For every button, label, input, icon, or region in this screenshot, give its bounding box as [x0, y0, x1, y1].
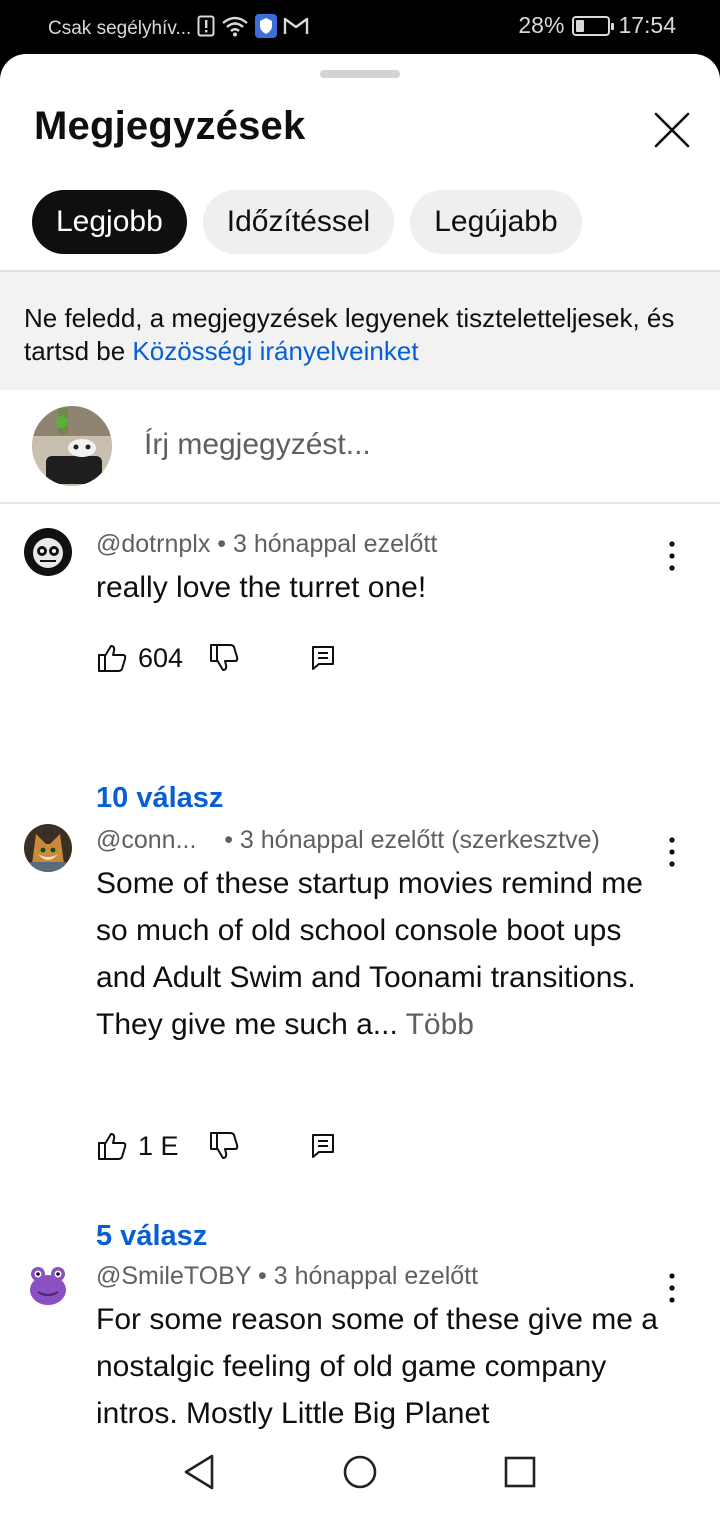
- comment-author[interactable]: @conn...: [96, 826, 196, 854]
- comment-composer[interactable]: Írj megjegyzést...: [0, 390, 720, 504]
- comment-body: For some reason some of these give me a …: [96, 1303, 658, 1430]
- comment-icon: [312, 646, 334, 670]
- home-button[interactable]: [338, 1450, 382, 1494]
- comment-text: For some reason some of these give me a …: [96, 1296, 676, 1437]
- read-more-link[interactable]: Több: [406, 1008, 474, 1041]
- avatar: [32, 406, 112, 486]
- comment-author[interactable]: @dotrnplx: [96, 530, 210, 558]
- comment-actions: 604: [96, 638, 356, 678]
- comment-actions: 1 E: [96, 1126, 356, 1166]
- battery-icon: [572, 15, 615, 36]
- comment-meta: @dotrnplx • 3 hónappal ezelőtt: [96, 530, 438, 558]
- drag-handle[interactable]: [320, 70, 400, 78]
- sheet-title: Megjegyzések: [34, 104, 306, 148]
- comment-body: really love the turret one!: [96, 571, 427, 604]
- clock: 17:54: [618, 12, 676, 38]
- dislike-button[interactable]: [208, 638, 240, 678]
- gmail-icon: [283, 16, 309, 42]
- commenter-avatar[interactable]: [24, 1260, 72, 1308]
- comment-icon: [312, 1134, 334, 1158]
- dislike-button[interactable]: [208, 1126, 240, 1166]
- thumbs-up-icon: [98, 645, 127, 672]
- sim-alert-icon: [197, 15, 215, 43]
- commenter-avatar[interactable]: [24, 824, 72, 872]
- comment-time: 3 hónappal ezelőtt: [232, 530, 438, 558]
- recents-icon: [504, 1456, 536, 1488]
- chip-newest[interactable]: Legújabb: [410, 190, 582, 254]
- community-notice: Ne feledd, a megjegyzések legyenek tiszt…: [0, 270, 720, 390]
- wifi-icon: [221, 15, 249, 43]
- comment-input[interactable]: Írj megjegyzést...: [144, 428, 371, 462]
- thumbs-down-icon: [210, 644, 239, 671]
- comment-time: 3 hónappal ezelőtt: [273, 1262, 479, 1290]
- replies-link[interactable]: 5 válasz: [96, 1220, 207, 1253]
- status-right: 28% 17:54: [518, 12, 676, 39]
- sort-chips: Legjobb Időzítéssel Legújabb: [32, 190, 582, 254]
- home-icon: [343, 1455, 377, 1489]
- comment-author[interactable]: @SmileTOBY: [96, 1262, 251, 1290]
- like-button[interactable]: 604: [96, 638, 183, 678]
- carrier-label: Csak segélyhív...: [48, 18, 192, 39]
- chip-top[interactable]: Legjobb: [32, 190, 187, 254]
- comments-sheet: Megjegyzések Legjobb Időzítéssel Legújab…: [0, 54, 720, 1520]
- shield-icon: [255, 14, 278, 44]
- like-count: 604: [138, 642, 184, 673]
- battery-level-fill: [576, 19, 585, 32]
- replies-link[interactable]: 10 válasz: [96, 782, 223, 815]
- reply-button[interactable]: [310, 1126, 336, 1166]
- reply-button[interactable]: [310, 638, 336, 678]
- thumbs-down-icon: [210, 1132, 239, 1159]
- chip-timestamped[interactable]: Időzítéssel: [202, 190, 395, 254]
- recents-button[interactable]: [498, 1450, 542, 1494]
- comment-body: Some of these startup movies remind me s…: [96, 867, 643, 1041]
- commenter-avatar[interactable]: [24, 528, 72, 576]
- battery-percent: 28%: [518, 12, 565, 38]
- system-nav-bar: [0, 1430, 720, 1520]
- close-button[interactable]: [646, 104, 698, 156]
- like-button[interactable]: 1 E: [96, 1126, 179, 1166]
- like-count: 1 E: [138, 1130, 179, 1161]
- comment-text: Some of these startup movies remind me s…: [96, 860, 676, 1048]
- status-left: Csak segélyhív...: [48, 14, 309, 44]
- close-icon: [654, 112, 690, 148]
- thumbs-up-icon: [98, 1133, 127, 1160]
- guidelines-link[interactable]: Közösségi irányelveinket: [132, 336, 418, 366]
- comment-time: 3 hónappal ezelőtt (szerkesztve): [239, 826, 600, 854]
- comment-meta: @SmileTOBY • 3 hónappal ezelőtt: [96, 1262, 479, 1290]
- status-bar: Csak segélyhív... 28% 17:54: [0, 0, 720, 56]
- comment-text: really love the turret one!: [96, 564, 676, 611]
- comment-meta: @conn... • 3 hónappal ezelőtt (szerkeszt…: [96, 826, 600, 854]
- back-button[interactable]: [178, 1450, 222, 1494]
- back-icon: [184, 1454, 214, 1490]
